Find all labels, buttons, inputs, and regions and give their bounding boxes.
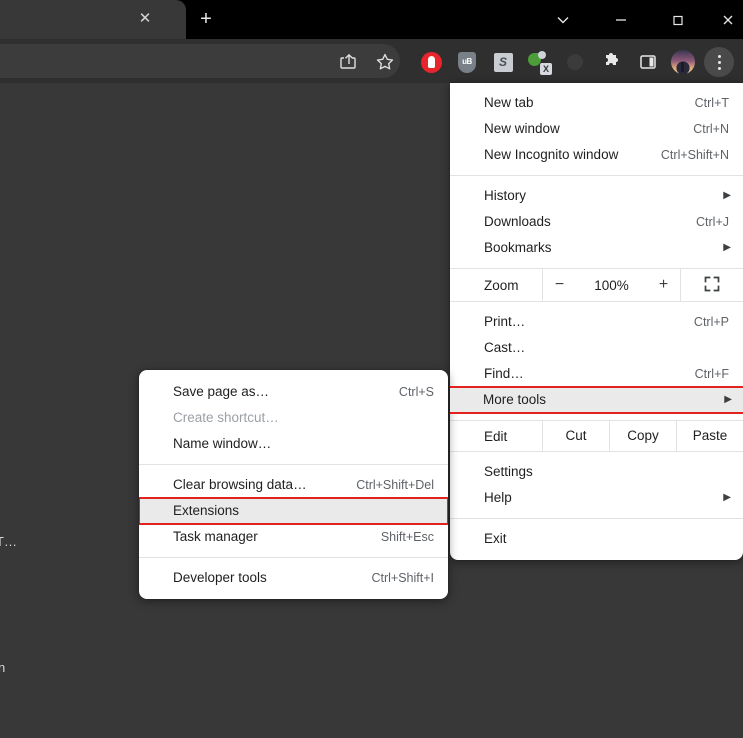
zoom-controls: − 100% + <box>542 268 681 302</box>
more-tools-submenu: Save page as… Ctrl+S Create shortcut… Na… <box>139 370 448 599</box>
menu-item-help[interactable]: Help ▶ <box>450 485 743 511</box>
menu-item-label: Task manager <box>173 529 258 544</box>
zoom-in-button[interactable]: + <box>653 276 675 294</box>
menu-item-label: Find… <box>484 366 524 381</box>
faded-extension-icon[interactable] <box>560 47 590 77</box>
submenu-item-name-window[interactable]: Name window… <box>139 431 448 457</box>
menu-item-label: Downloads <box>484 214 551 229</box>
edit-paste-button[interactable]: Paste <box>676 420 743 452</box>
s-extension-icon[interactable]: S <box>488 47 518 77</box>
chrome-menu-kebab-icon[interactable] <box>704 47 734 77</box>
edit-cut-button[interactable]: Cut <box>542 420 609 452</box>
menu-item-label: More tools <box>483 392 547 407</box>
edit-label: Edit <box>484 428 508 444</box>
menu-item-shortcut: Ctrl+J <box>696 215 729 229</box>
page-text-fragment-2: n <box>0 660 6 675</box>
edit-copy-button[interactable]: Copy <box>609 420 676 452</box>
zoom-out-button[interactable]: − <box>549 276 571 294</box>
page-text-fragment-1: T… <box>0 534 17 549</box>
submenu-item-task-manager[interactable]: Task manager Shift+Esc <box>139 524 448 550</box>
zoom-level-value: 100% <box>594 277 629 293</box>
submenu-item-extensions[interactable]: Extensions <box>139 497 448 525</box>
ublock-icon-label: uB <box>458 52 476 73</box>
menu-item-label: Name window… <box>173 436 272 451</box>
menu-item-label: History <box>484 188 527 203</box>
active-tab[interactable]: ✕ <box>0 0 186 39</box>
menu-item-label: Create shortcut… <box>173 410 279 425</box>
chevron-right-icon: ▶ <box>723 190 731 201</box>
menu-item-shortcut: Ctrl+P <box>693 315 729 329</box>
zoom-row: Zoom − 100% + <box>450 268 743 302</box>
minimize-button[interactable] <box>598 0 644 38</box>
menu-separator <box>450 518 743 519</box>
bookmark-star-icon[interactable] <box>370 47 400 77</box>
browser-window: ✕ + uB S X … n New tab Ctrl+T New window… <box>0 0 743 738</box>
menu-item-label: Help <box>484 490 512 505</box>
menu-item-cast[interactable]: Cast… <box>450 335 743 361</box>
s-icon-label: S <box>493 53 513 72</box>
menu-item-label: Save page as… <box>173 384 270 399</box>
menu-item-more-tools[interactable]: More tools ▶ <box>450 386 743 414</box>
menu-item-shortcut: Ctrl+Shift+N <box>660 148 729 162</box>
menu-item-history[interactable]: History ▶ <box>450 183 743 209</box>
chevron-right-icon: ▶ <box>723 242 731 253</box>
zoom-label: Zoom <box>484 277 519 293</box>
menu-item-shortcut: Ctrl+F <box>694 367 729 381</box>
menu-item-shortcut: Ctrl+Shift+I <box>371 571 434 585</box>
ublock-origin-extension-icon[interactable]: uB <box>452 47 482 77</box>
menu-item-find[interactable]: Find… Ctrl+F <box>450 361 743 387</box>
menu-item-shortcut: Ctrl+T <box>694 96 729 110</box>
submenu-item-clear-browsing-data[interactable]: Clear browsing data… Ctrl+Shift+Del <box>139 472 448 498</box>
tab-strip: ✕ + <box>0 0 743 39</box>
x-badge-label: X <box>540 63 552 75</box>
menu-item-label: Print… <box>484 314 526 329</box>
chevron-right-icon: ▶ <box>724 394 732 405</box>
fullscreen-icon[interactable] <box>681 276 743 295</box>
green-x-extension-icon[interactable]: X <box>524 47 554 77</box>
maximize-button[interactable] <box>655 0 701 38</box>
menu-item-label: Cast… <box>484 340 526 355</box>
side-panel-icon[interactable] <box>633 47 663 77</box>
menu-item-label: Settings <box>484 464 533 479</box>
menu-separator <box>139 557 448 558</box>
submenu-item-create-shortcut: Create shortcut… <box>139 405 448 431</box>
submenu-item-developer-tools[interactable]: Developer tools Ctrl+Shift+I <box>139 565 448 591</box>
new-tab-button[interactable]: + <box>192 7 220 33</box>
chrome-main-menu: New tab Ctrl+T New window Ctrl+N New Inc… <box>450 83 743 560</box>
edit-row: Edit Cut Copy Paste <box>450 420 743 452</box>
menu-item-label: New tab <box>484 95 534 110</box>
menu-item-label: Exit <box>484 531 507 546</box>
menu-item-new-window[interactable]: New window Ctrl+N <box>450 116 743 142</box>
menu-item-new-incognito-window[interactable]: New Incognito window Ctrl+Shift+N <box>450 142 743 168</box>
close-window-button[interactable] <box>712 0 743 38</box>
extensions-puzzle-icon[interactable] <box>597 47 627 77</box>
menu-item-shortcut: Ctrl+S <box>398 385 434 399</box>
menu-separator <box>139 464 448 465</box>
menu-item-label: Extensions <box>173 503 240 518</box>
chevron-right-icon: ▶ <box>723 492 731 503</box>
tab-close-icon[interactable]: ✕ <box>135 9 155 29</box>
share-icon[interactable] <box>334 47 364 77</box>
menu-separator <box>450 175 743 176</box>
menu-item-print[interactable]: Print… Ctrl+P <box>450 309 743 335</box>
menu-item-label: Clear browsing data… <box>173 477 307 492</box>
menu-item-label: New Incognito window <box>484 147 619 162</box>
menu-item-bookmarks[interactable]: Bookmarks ▶ <box>450 235 743 261</box>
menu-item-shortcut: Shift+Esc <box>380 530 434 544</box>
submenu-item-save-page-as[interactable]: Save page as… Ctrl+S <box>139 379 448 405</box>
menu-item-label: New window <box>484 121 560 136</box>
tab-search-chevron-down-icon[interactable] <box>540 0 586 38</box>
menu-item-label: Bookmarks <box>484 240 552 255</box>
menu-item-downloads[interactable]: Downloads Ctrl+J <box>450 209 743 235</box>
menu-item-exit[interactable]: Exit <box>450 526 743 552</box>
menu-item-label: Developer tools <box>173 570 267 585</box>
adblock-extension-icon[interactable] <box>416 47 446 77</box>
menu-item-settings[interactable]: Settings <box>450 459 743 485</box>
menu-item-new-tab[interactable]: New tab Ctrl+T <box>450 90 743 116</box>
menu-item-shortcut: Ctrl+N <box>693 122 729 136</box>
menu-item-shortcut: Ctrl+Shift+Del <box>356 478 434 492</box>
profile-avatar[interactable] <box>668 47 698 77</box>
